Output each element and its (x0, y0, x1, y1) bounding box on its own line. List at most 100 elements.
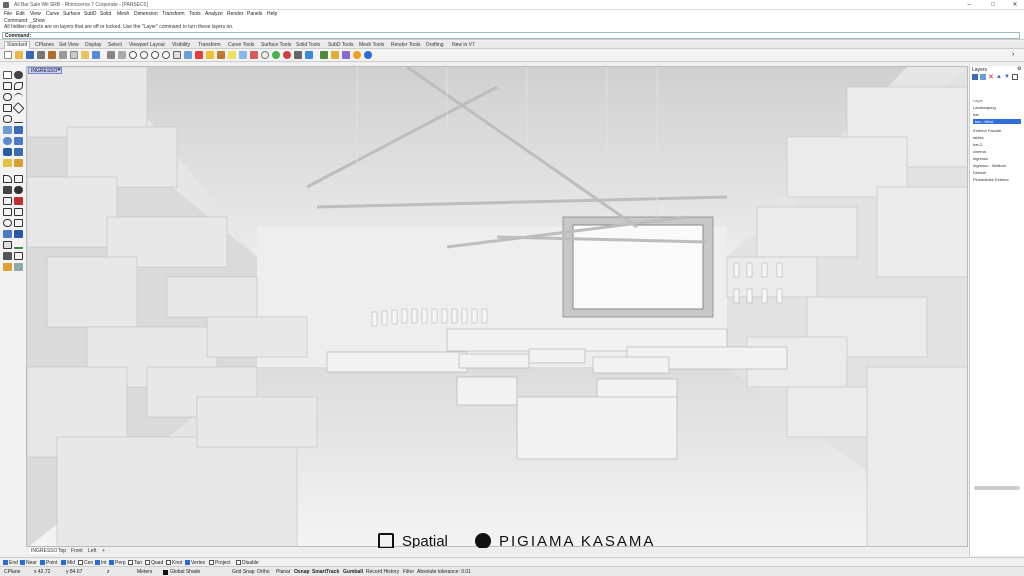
menu-file[interactable]: File (4, 11, 12, 17)
tab-cplanes[interactable]: CPlanes (35, 42, 54, 48)
menu-edit[interactable]: Edit (16, 11, 25, 17)
rotate-view-icon[interactable] (118, 51, 126, 59)
help-icon[interactable] (364, 51, 372, 59)
texture-icon[interactable] (342, 51, 350, 59)
maximize-icon[interactable]: □ (988, 1, 998, 9)
explode-icon[interactable] (14, 197, 23, 205)
tab-mesh-tools[interactable]: Mesh Tools (359, 42, 384, 48)
array-icon[interactable] (14, 230, 23, 238)
boolean-icon[interactable] (14, 159, 23, 167)
polygon-icon[interactable] (12, 101, 25, 115)
zoom-extents-icon[interactable] (151, 51, 159, 59)
fillet-icon[interactable] (3, 175, 12, 183)
move-layer-up-icon[interactable]: ▲ (996, 74, 1002, 80)
panel-options-icon[interactable]: ⚙ (1017, 66, 1021, 72)
menu-transform[interactable]: Transform (162, 11, 185, 17)
menu-surface[interactable]: Surface (63, 11, 80, 17)
surface-icon[interactable] (3, 126, 12, 134)
arc-icon[interactable] (14, 93, 23, 101)
cylinder-icon[interactable] (3, 148, 12, 156)
viewtab-top[interactable]: Top (58, 548, 66, 554)
import-icon[interactable] (48, 51, 56, 59)
grasshopper-icon[interactable] (320, 51, 328, 59)
menu-view[interactable]: View (30, 11, 41, 17)
status-current-layer[interactable]: Global Shade (170, 569, 200, 575)
viewtab-add[interactable]: + (102, 548, 105, 554)
viewtab-front[interactable]: Front (71, 548, 83, 554)
tab-display[interactable]: Display (85, 42, 101, 48)
delete-layer-icon[interactable]: ✕ (988, 73, 994, 81)
toolbar-overflow-icon[interactable]: › (1012, 51, 1014, 58)
lock-icon[interactable] (217, 51, 225, 59)
layer-row[interactable]: Exterior Facade (973, 128, 1001, 133)
tab-transform[interactable]: Transform (198, 42, 221, 48)
filter-layers-icon[interactable] (1012, 74, 1018, 80)
layer-row[interactable]: bar (973, 112, 979, 117)
new-layer-icon[interactable] (972, 74, 978, 80)
dimension-tool-icon[interactable] (3, 252, 12, 260)
polyline-icon[interactable] (3, 82, 12, 90)
osnap-disable-checkbox[interactable] (236, 560, 241, 565)
rectangle-icon[interactable] (3, 104, 12, 112)
cplane-icon[interactable] (184, 51, 192, 59)
toggle-record-history[interactable]: Record History (366, 569, 399, 575)
point-icon[interactable] (14, 71, 23, 79)
menu-mesh[interactable]: Mesh (117, 11, 129, 17)
layer-row[interactable]: bar-2 (973, 142, 982, 147)
check-icon[interactable] (14, 241, 23, 249)
circle-icon[interactable] (3, 93, 12, 101)
osnap-tan-checkbox[interactable] (128, 560, 133, 565)
copy-object-icon[interactable] (14, 208, 23, 216)
osnap-knot-checkbox[interactable] (166, 560, 171, 565)
tab-drafting[interactable]: Drafting (426, 42, 444, 48)
box-icon[interactable] (14, 137, 23, 145)
menu-render[interactable]: Render (227, 11, 243, 17)
tab-solid-tools[interactable]: Solid Tools (296, 42, 320, 48)
material-icon[interactable] (283, 51, 291, 59)
toggle-gumball[interactable]: Gumball (343, 569, 363, 575)
new-sublayer-icon[interactable] (980, 74, 986, 80)
command-input[interactable]: Command: (2, 32, 1020, 39)
osnap-mid-checkbox[interactable] (61, 560, 66, 565)
analyze-icon[interactable] (305, 51, 313, 59)
tab-select[interactable]: Select (108, 42, 122, 48)
scale-icon[interactable] (14, 219, 23, 227)
toggle-grid-snap[interactable]: Grid Snap (232, 569, 255, 575)
text-icon[interactable] (14, 252, 23, 260)
menu-solid[interactable]: Solid (100, 11, 111, 17)
tab-set-view[interactable]: Set View (59, 42, 79, 48)
hide-icon[interactable] (206, 51, 214, 59)
undo-icon[interactable] (92, 51, 100, 59)
tab-curve-tools[interactable]: Curve Tools (228, 42, 254, 48)
zoom-icon[interactable] (129, 51, 137, 59)
select-icon[interactable] (195, 51, 203, 59)
print-icon[interactable] (37, 51, 45, 59)
select-arrow-icon[interactable] (3, 71, 12, 79)
zoom-selected-icon[interactable] (162, 51, 170, 59)
osnap-quad-checkbox[interactable] (145, 560, 150, 565)
render-icon[interactable] (272, 51, 280, 59)
mirror-icon[interactable] (3, 230, 12, 238)
perspective-viewport[interactable] (26, 66, 968, 547)
block-icon[interactable] (3, 263, 12, 271)
loft-icon[interactable] (14, 126, 23, 134)
menu-panels[interactable]: Panels (247, 11, 262, 17)
toggle-osnap[interactable]: Osnap (294, 569, 310, 575)
split-icon[interactable] (14, 186, 23, 194)
shade-icon[interactable] (261, 51, 269, 59)
trim-icon[interactable] (3, 186, 12, 194)
light-icon[interactable] (228, 51, 236, 59)
osnap-point-checkbox[interactable] (40, 560, 45, 565)
osnap-int-checkbox[interactable] (95, 560, 100, 565)
viewtab-ingresso[interactable]: INGRESSO (29, 548, 60, 554)
osnap-end-checkbox[interactable] (3, 560, 8, 565)
toggle-filter[interactable]: Filter (403, 569, 414, 575)
new-file-icon[interactable] (4, 51, 12, 59)
layer-row[interactable]: cinema (973, 149, 986, 154)
osnap-vertex-checkbox[interactable] (185, 560, 190, 565)
dimension-icon[interactable] (294, 51, 302, 59)
layer-row[interactable]: tables (973, 135, 984, 140)
join-icon[interactable] (3, 197, 12, 205)
paste-icon[interactable] (81, 51, 89, 59)
osnap-project-checkbox[interactable] (209, 560, 214, 565)
